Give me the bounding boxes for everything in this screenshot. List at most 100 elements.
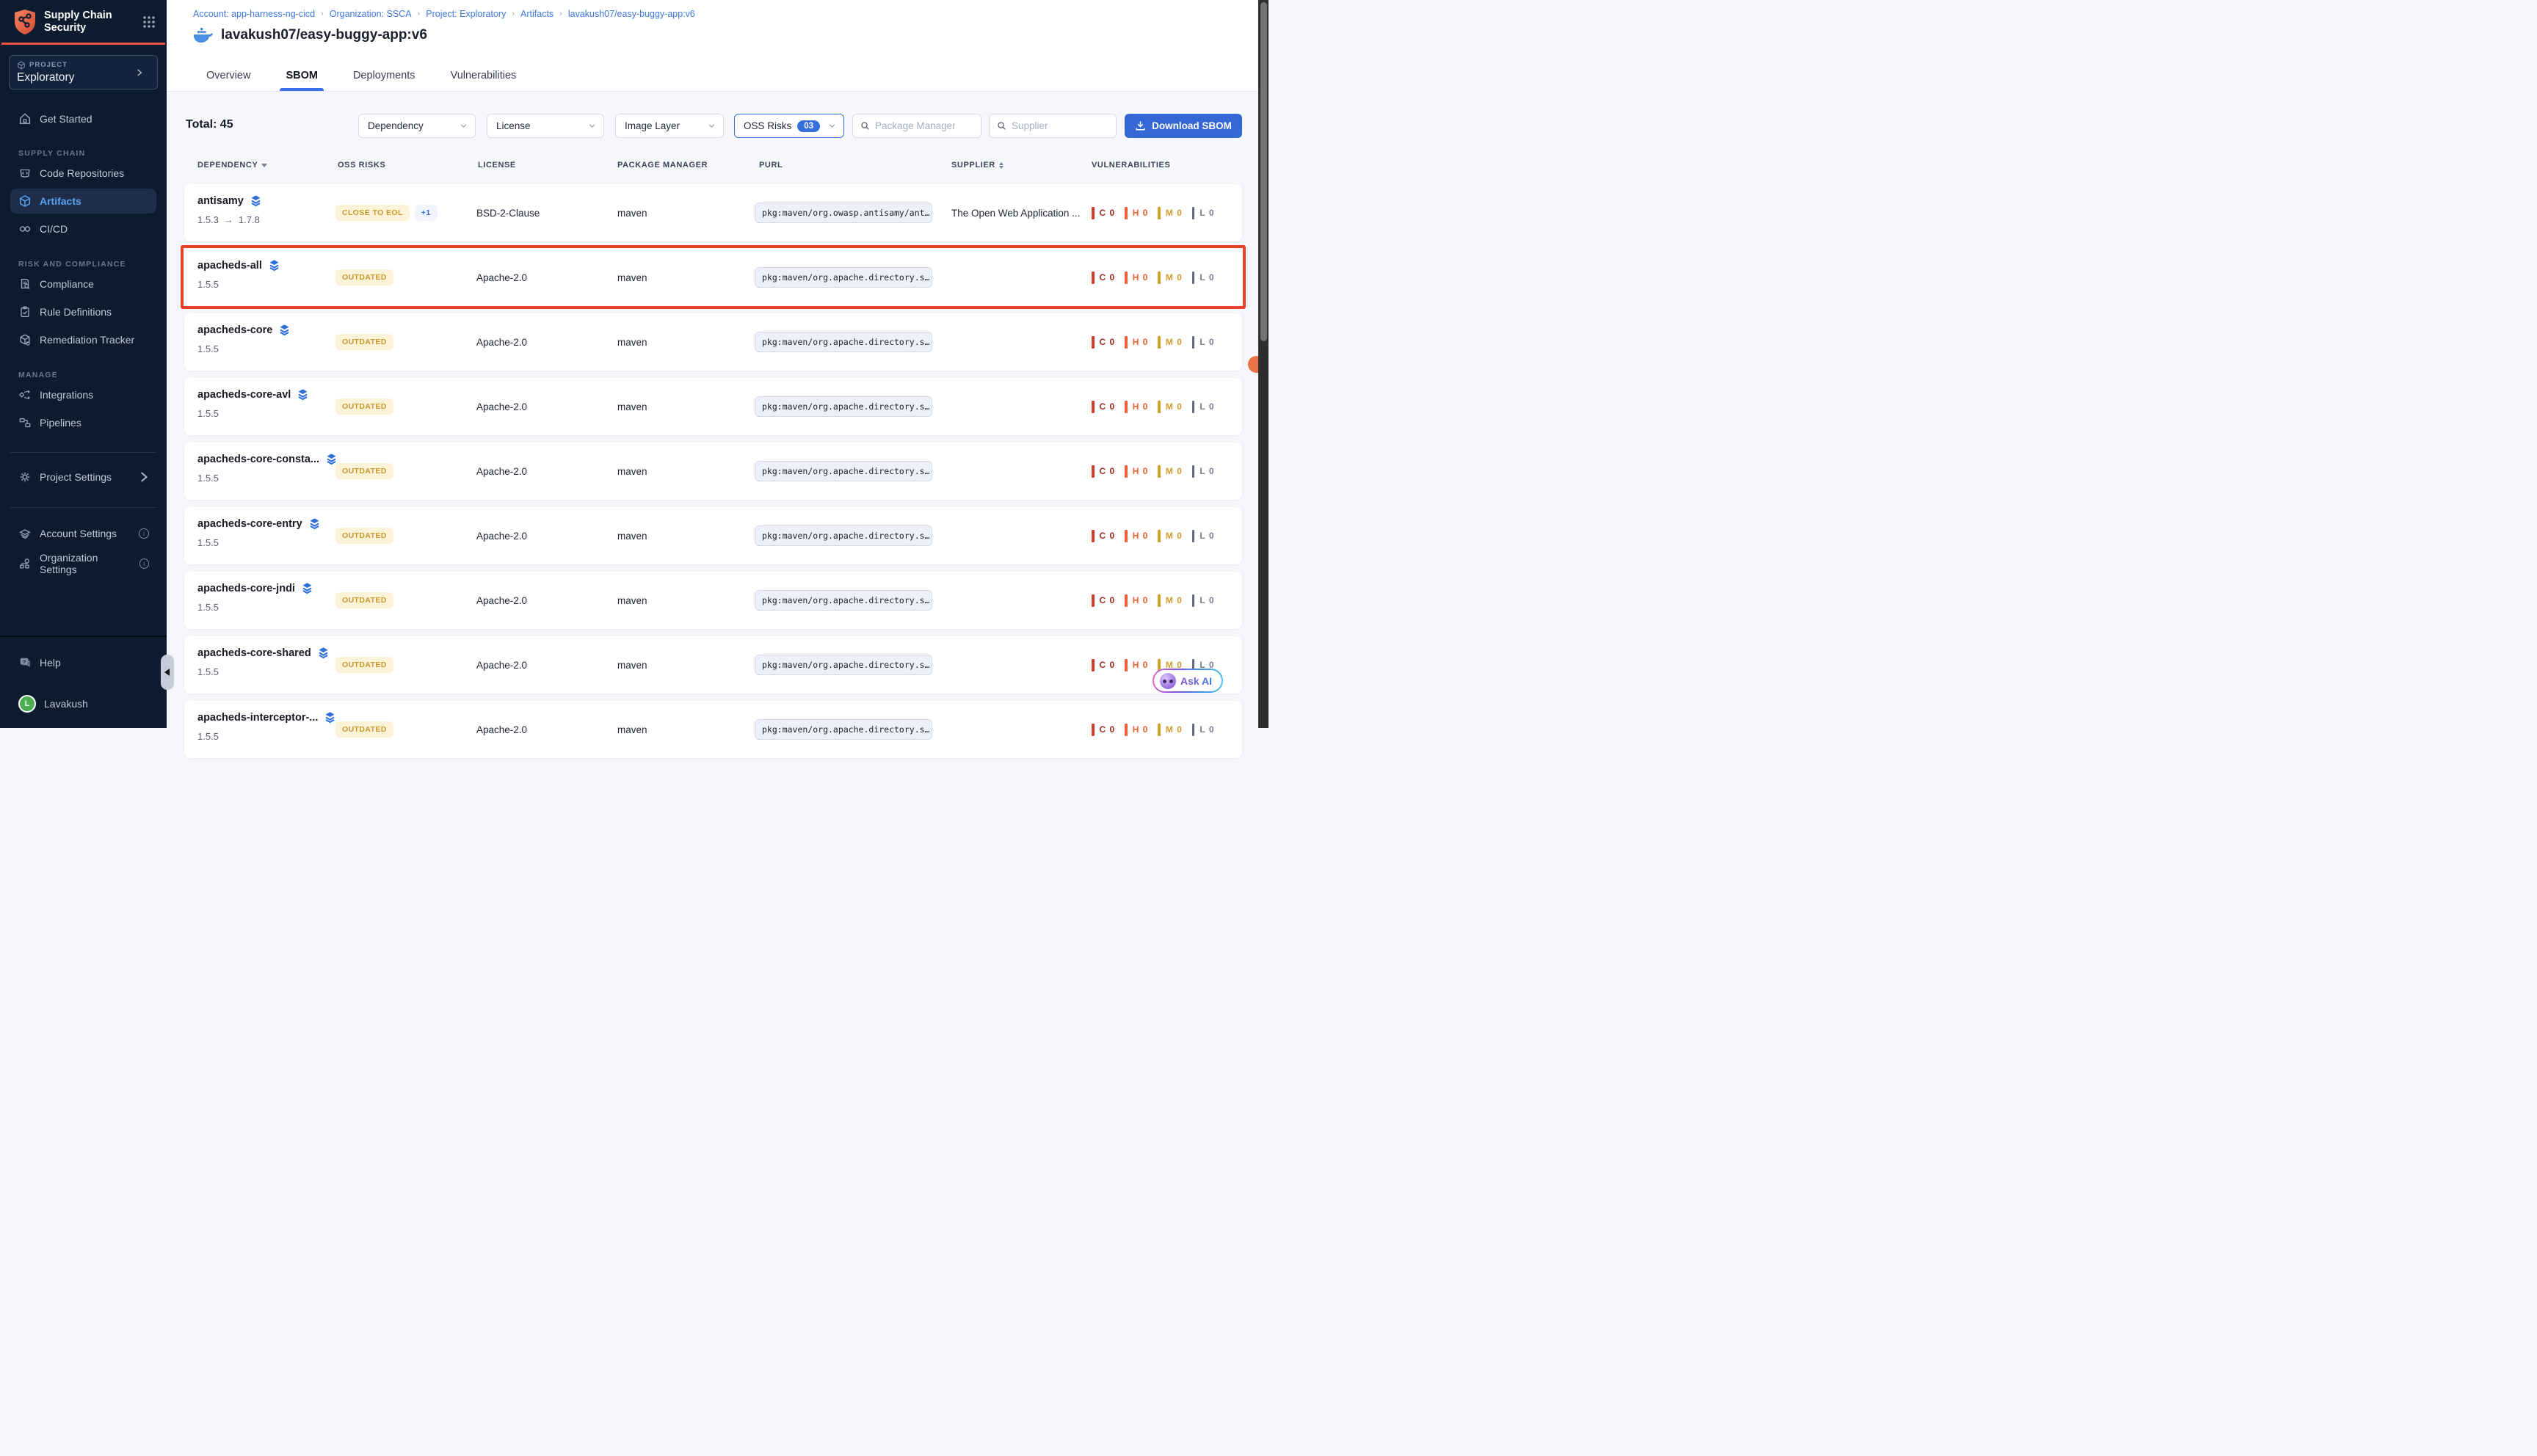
download-icon — [1135, 120, 1146, 131]
breadcrumb-item[interactable]: Project: Exploratory — [426, 9, 506, 19]
risk-badge: CLOSE TO EOL — [335, 205, 410, 221]
sidebar-item-remediation-tracker[interactable]: Remediation Tracker — [10, 327, 156, 352]
purl-chip[interactable]: pkg:maven/org.apache.directory.s… — [755, 655, 932, 675]
package-manager-input[interactable] — [875, 120, 973, 131]
search-icon — [860, 120, 870, 131]
purl-chip[interactable]: pkg:maven/org.apache.directory.s… — [755, 332, 932, 352]
risk-badge: OUTDATED — [335, 657, 393, 673]
filter-license[interactable]: License — [487, 114, 604, 138]
sidebar-item-project-settings[interactable]: Project Settings — [10, 465, 156, 489]
sidebar-item-pipelines[interactable]: Pipelines — [10, 410, 156, 435]
scrollbar-track[interactable] — [1258, 0, 1268, 728]
dependency-name: apacheds-core-avl — [197, 389, 291, 401]
dependency-version: 1.5.5 — [197, 279, 280, 290]
purl-chip[interactable]: pkg:maven/org.owasp.antisamy/ant… — [755, 203, 932, 223]
more-risks-badge[interactable]: +1 — [415, 205, 438, 221]
purl-chip[interactable]: pkg:maven/org.apache.directory.s… — [755, 719, 932, 740]
table-row[interactable]: apacheds-all 1.5.5 OUTDATED Apache-2.0 m… — [184, 249, 1242, 306]
vuln-count-low: L 0 — [1192, 401, 1215, 413]
purl-chip[interactable]: pkg:maven/org.apache.directory.s… — [755, 525, 932, 546]
account-layers-icon — [18, 527, 32, 540]
chevron-right-icon — [137, 470, 150, 484]
package-manager-cell: maven — [617, 249, 647, 306]
table-row[interactable]: apacheds-core 1.5.5 OUTDATED Apache-2.0 … — [184, 313, 1242, 371]
tab-sbom[interactable]: SBOM — [284, 62, 319, 91]
vuln-count-high: H 0 — [1125, 336, 1148, 349]
breadcrumb-item[interactable]: Artifacts — [520, 9, 554, 19]
severity-count-label: M 0 — [1166, 337, 1183, 347]
shield-logo-icon — [13, 9, 37, 35]
vuln-count-medium: M 0 — [1158, 724, 1183, 736]
sidebar-item-get-started[interactable]: Get Started — [10, 106, 156, 131]
download-sbom-button[interactable]: Download SBOM — [1125, 114, 1242, 138]
supplier-input[interactable] — [1012, 120, 1108, 131]
purl-chip[interactable]: pkg:maven/org.apache.directory.s… — [755, 590, 932, 611]
tab-vulnerabilities[interactable]: Vulnerabilities — [449, 62, 518, 91]
severity-bar — [1192, 465, 1195, 478]
vulnerabilities-cell: C 0H 0M 0L 0 — [1092, 572, 1215, 629]
sidebar-item-artifacts[interactable]: Artifacts — [10, 189, 156, 214]
severity-count-label: H 0 — [1133, 208, 1149, 218]
oss-risks-cell: OUTDATED — [335, 378, 393, 435]
filter-image-layer[interactable]: Image Layer — [615, 114, 724, 138]
severity-bar — [1125, 465, 1128, 478]
license-cell: Apache-2.0 — [476, 249, 527, 306]
module-grid-icon[interactable] — [142, 15, 156, 29]
tab-overview[interactable]: Overview — [205, 62, 252, 91]
gear-icon — [18, 470, 32, 484]
table-row[interactable]: apacheds-core-consta... 1.5.5 OUTDATED A… — [184, 443, 1242, 500]
vuln-count-high: H 0 — [1125, 659, 1148, 671]
table-row[interactable]: apacheds-core-jndi 1.5.5 OUTDATED Apache… — [184, 572, 1242, 629]
filter-oss-risks[interactable]: OSS Risks 03 — [734, 114, 844, 138]
scrollbar-thumb[interactable] — [1260, 2, 1267, 341]
sidebar-item-rule-definitions[interactable]: Rule Definitions — [10, 299, 156, 324]
sidebar-collapse-handle[interactable] — [161, 655, 174, 690]
layers-icon — [324, 711, 336, 724]
sidebar-item-account-settings[interactable]: Account Settingsi — [10, 521, 156, 546]
purl-chip[interactable]: pkg:maven/org.apache.directory.s… — [755, 267, 932, 288]
severity-count-label: C 0 — [1100, 208, 1116, 218]
sidebar-item-ci-cd[interactable]: CI/CD — [10, 216, 156, 241]
purl-chip[interactable]: pkg:maven/org.apache.directory.s… — [755, 396, 932, 417]
severity-bar — [1125, 272, 1128, 284]
sidebar-item-compliance[interactable]: Compliance — [10, 272, 156, 296]
user-menu[interactable]: L Lavakush — [10, 691, 156, 716]
ask-ai-button[interactable]: Ask AI — [1153, 669, 1223, 693]
severity-bar — [1158, 336, 1161, 349]
column-header-supplier[interactable]: SUPPLIER — [951, 161, 1003, 170]
project-name: Exploratory — [17, 71, 135, 84]
sidebar-item-help[interactable]: ? Help — [10, 650, 156, 675]
package-manager-search — [852, 114, 981, 138]
purl-chip[interactable]: pkg:maven/org.apache.directory.s… — [755, 461, 932, 481]
dependency-name: antisamy — [197, 195, 244, 207]
breadcrumb-item[interactable]: Account: app-harness-ng-cicd — [193, 9, 315, 19]
tab-deployments[interactable]: Deployments — [352, 62, 417, 91]
filter-dependency[interactable]: Dependency — [358, 114, 476, 138]
table-row[interactable]: apacheds-core-shared 1.5.5 OUTDATED Apac… — [184, 636, 1242, 694]
table-row[interactable]: apacheds-core-entry 1.5.5 OUTDATED Apach… — [184, 507, 1242, 564]
sidebar-item-code-repositories[interactable]: Code Repositories — [10, 161, 156, 186]
table-row[interactable]: antisamy 1.5.3→1.7.8 CLOSE TO EOL+1 BSD-… — [184, 184, 1242, 241]
main-content: Account: app-harness-ng-cicd›Organizatio… — [167, 0, 1258, 728]
vuln-count-high: H 0 — [1125, 465, 1148, 478]
vuln-count-high: H 0 — [1125, 401, 1148, 413]
severity-bar — [1092, 207, 1095, 219]
severity-bar — [1192, 272, 1195, 284]
sidebar-item-organization-settings[interactable]: Organization Settingsi — [10, 551, 156, 576]
column-label: DEPENDENCY — [197, 161, 258, 170]
oss-risks-cell: OUTDATED — [335, 313, 393, 371]
breadcrumb-item[interactable]: Organization: SSCA — [330, 9, 412, 19]
project-selector[interactable]: PROJECT Exploratory — [9, 55, 158, 90]
info-icon[interactable]: i — [139, 558, 149, 569]
table-row[interactable]: apacheds-core-avl 1.5.5 OUTDATED Apache-… — [184, 378, 1242, 435]
table-row[interactable]: apacheds-interceptor-... 1.5.5 OUTDATED … — [184, 701, 1242, 758]
severity-count-label: H 0 — [1133, 337, 1149, 347]
severity-count-label: H 0 — [1133, 660, 1149, 670]
column-header-dependency[interactable]: DEPENDENCY — [197, 161, 267, 170]
vuln-count-medium: M 0 — [1158, 401, 1183, 413]
breadcrumb-item[interactable]: lavakush07/easy-buggy-app:v6 — [568, 9, 695, 19]
info-icon[interactable]: i — [139, 528, 149, 539]
sidebar-item-integrations[interactable]: Integrations — [10, 382, 156, 407]
artifacts-cube-icon — [18, 194, 32, 208]
page-title: lavakush07/easy-buggy-app:v6 — [221, 27, 427, 43]
